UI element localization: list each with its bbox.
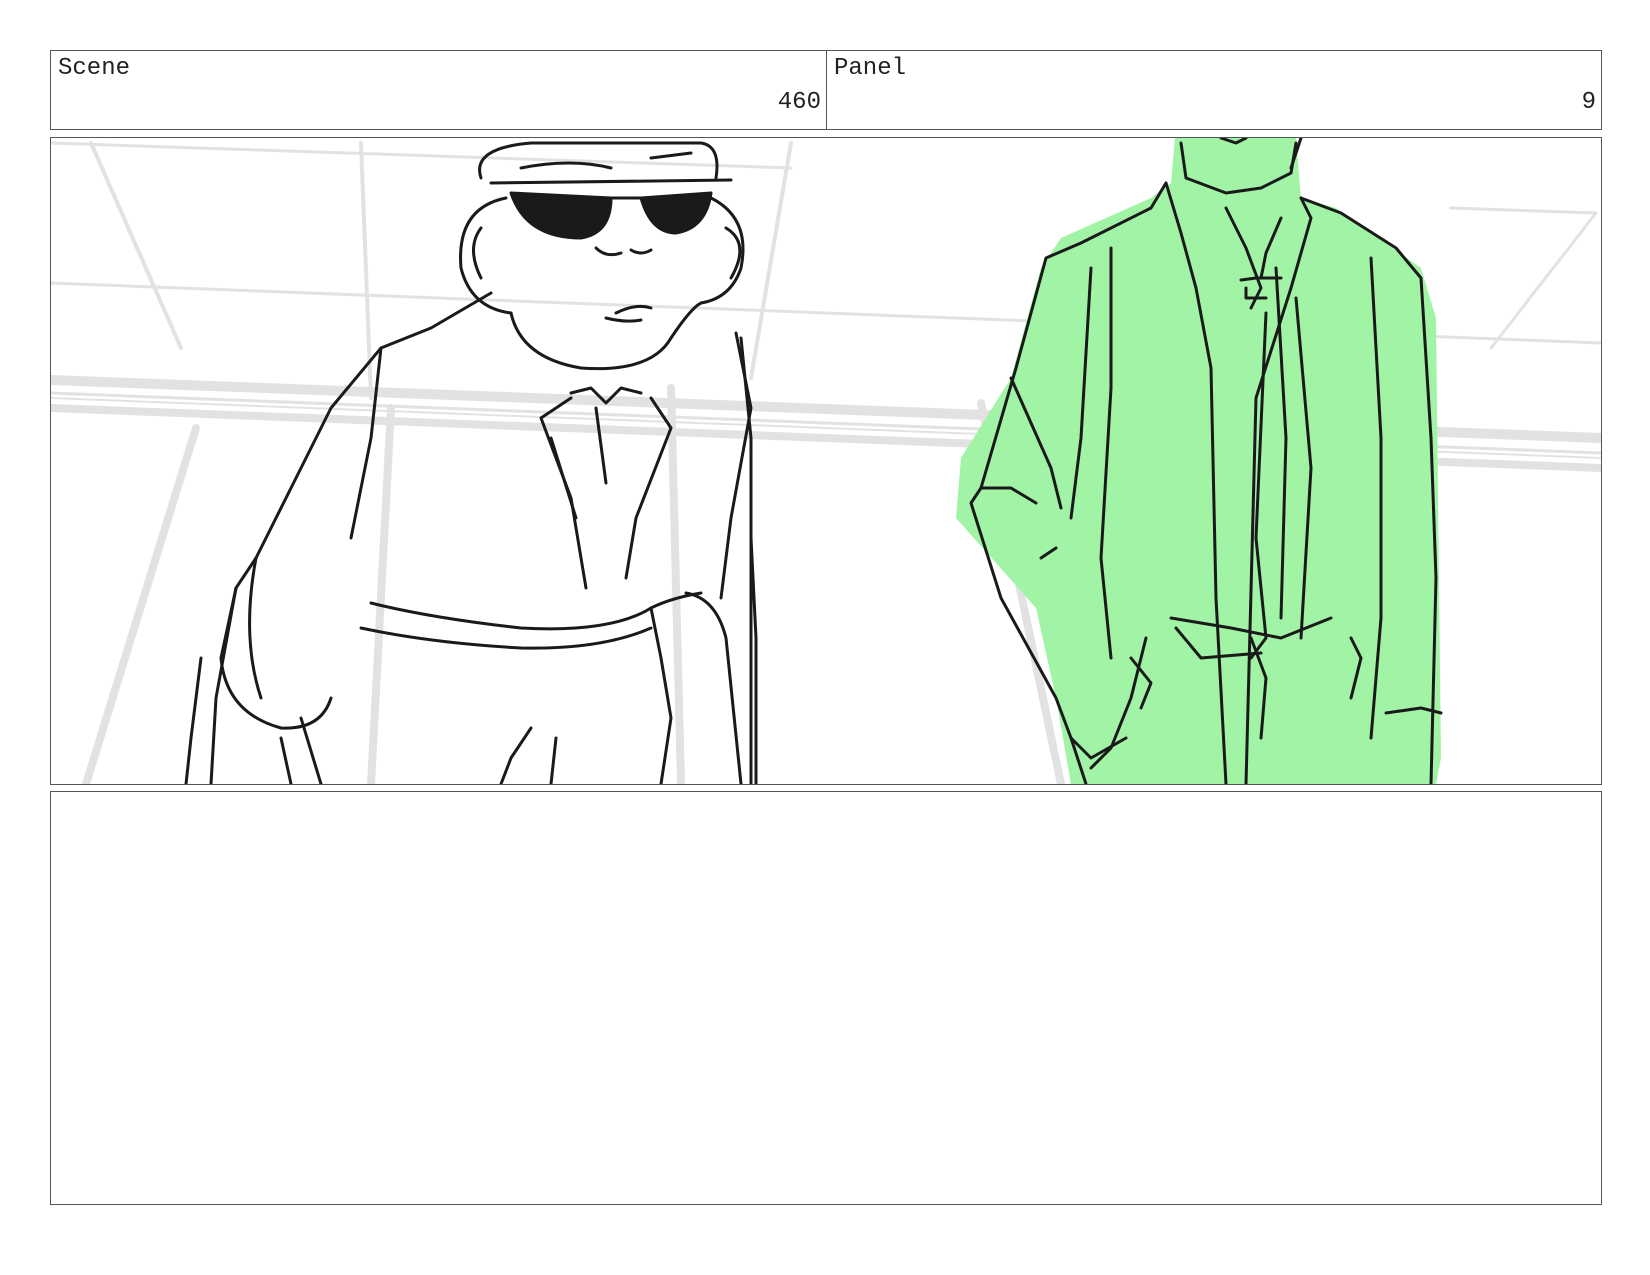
panel-label: Panel xyxy=(834,55,907,82)
panel-header: Scene 460 Panel 9 xyxy=(50,50,1602,130)
scene-label: Scene xyxy=(58,55,131,82)
storyboard-sketch xyxy=(51,138,1601,784)
panel-notes-box xyxy=(50,791,1602,1205)
scene-cell: Scene 460 xyxy=(51,51,827,129)
panel-number: 9 xyxy=(1581,89,1596,116)
storyboard-panel-image xyxy=(50,137,1602,785)
scene-number: 460 xyxy=(777,89,821,116)
green-suited-figure xyxy=(956,138,1443,784)
panel-cell: Panel 9 xyxy=(827,51,1601,129)
